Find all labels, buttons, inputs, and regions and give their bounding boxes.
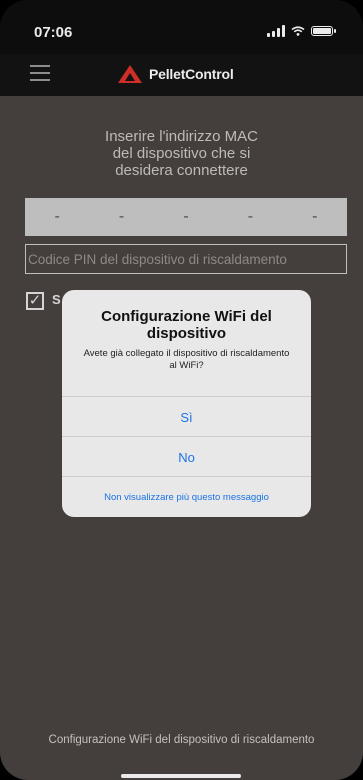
dialog-message: Avete già collegato il dispositivo di ri… xyxy=(83,348,290,371)
phone-screen: 07:06 PelletControl Inserire l'indirizzo… xyxy=(0,0,363,780)
no-button[interactable]: No xyxy=(62,436,311,477)
yes-button[interactable]: Sì xyxy=(62,396,311,437)
dont-show-again-button[interactable]: Non visualizzare più questo messaggio xyxy=(62,476,311,517)
dialog-title: Configurazione WiFi del dispositivo xyxy=(101,308,272,342)
wifi-config-dialog: Configurazione WiFi del dispositivo Avet… xyxy=(62,290,311,517)
